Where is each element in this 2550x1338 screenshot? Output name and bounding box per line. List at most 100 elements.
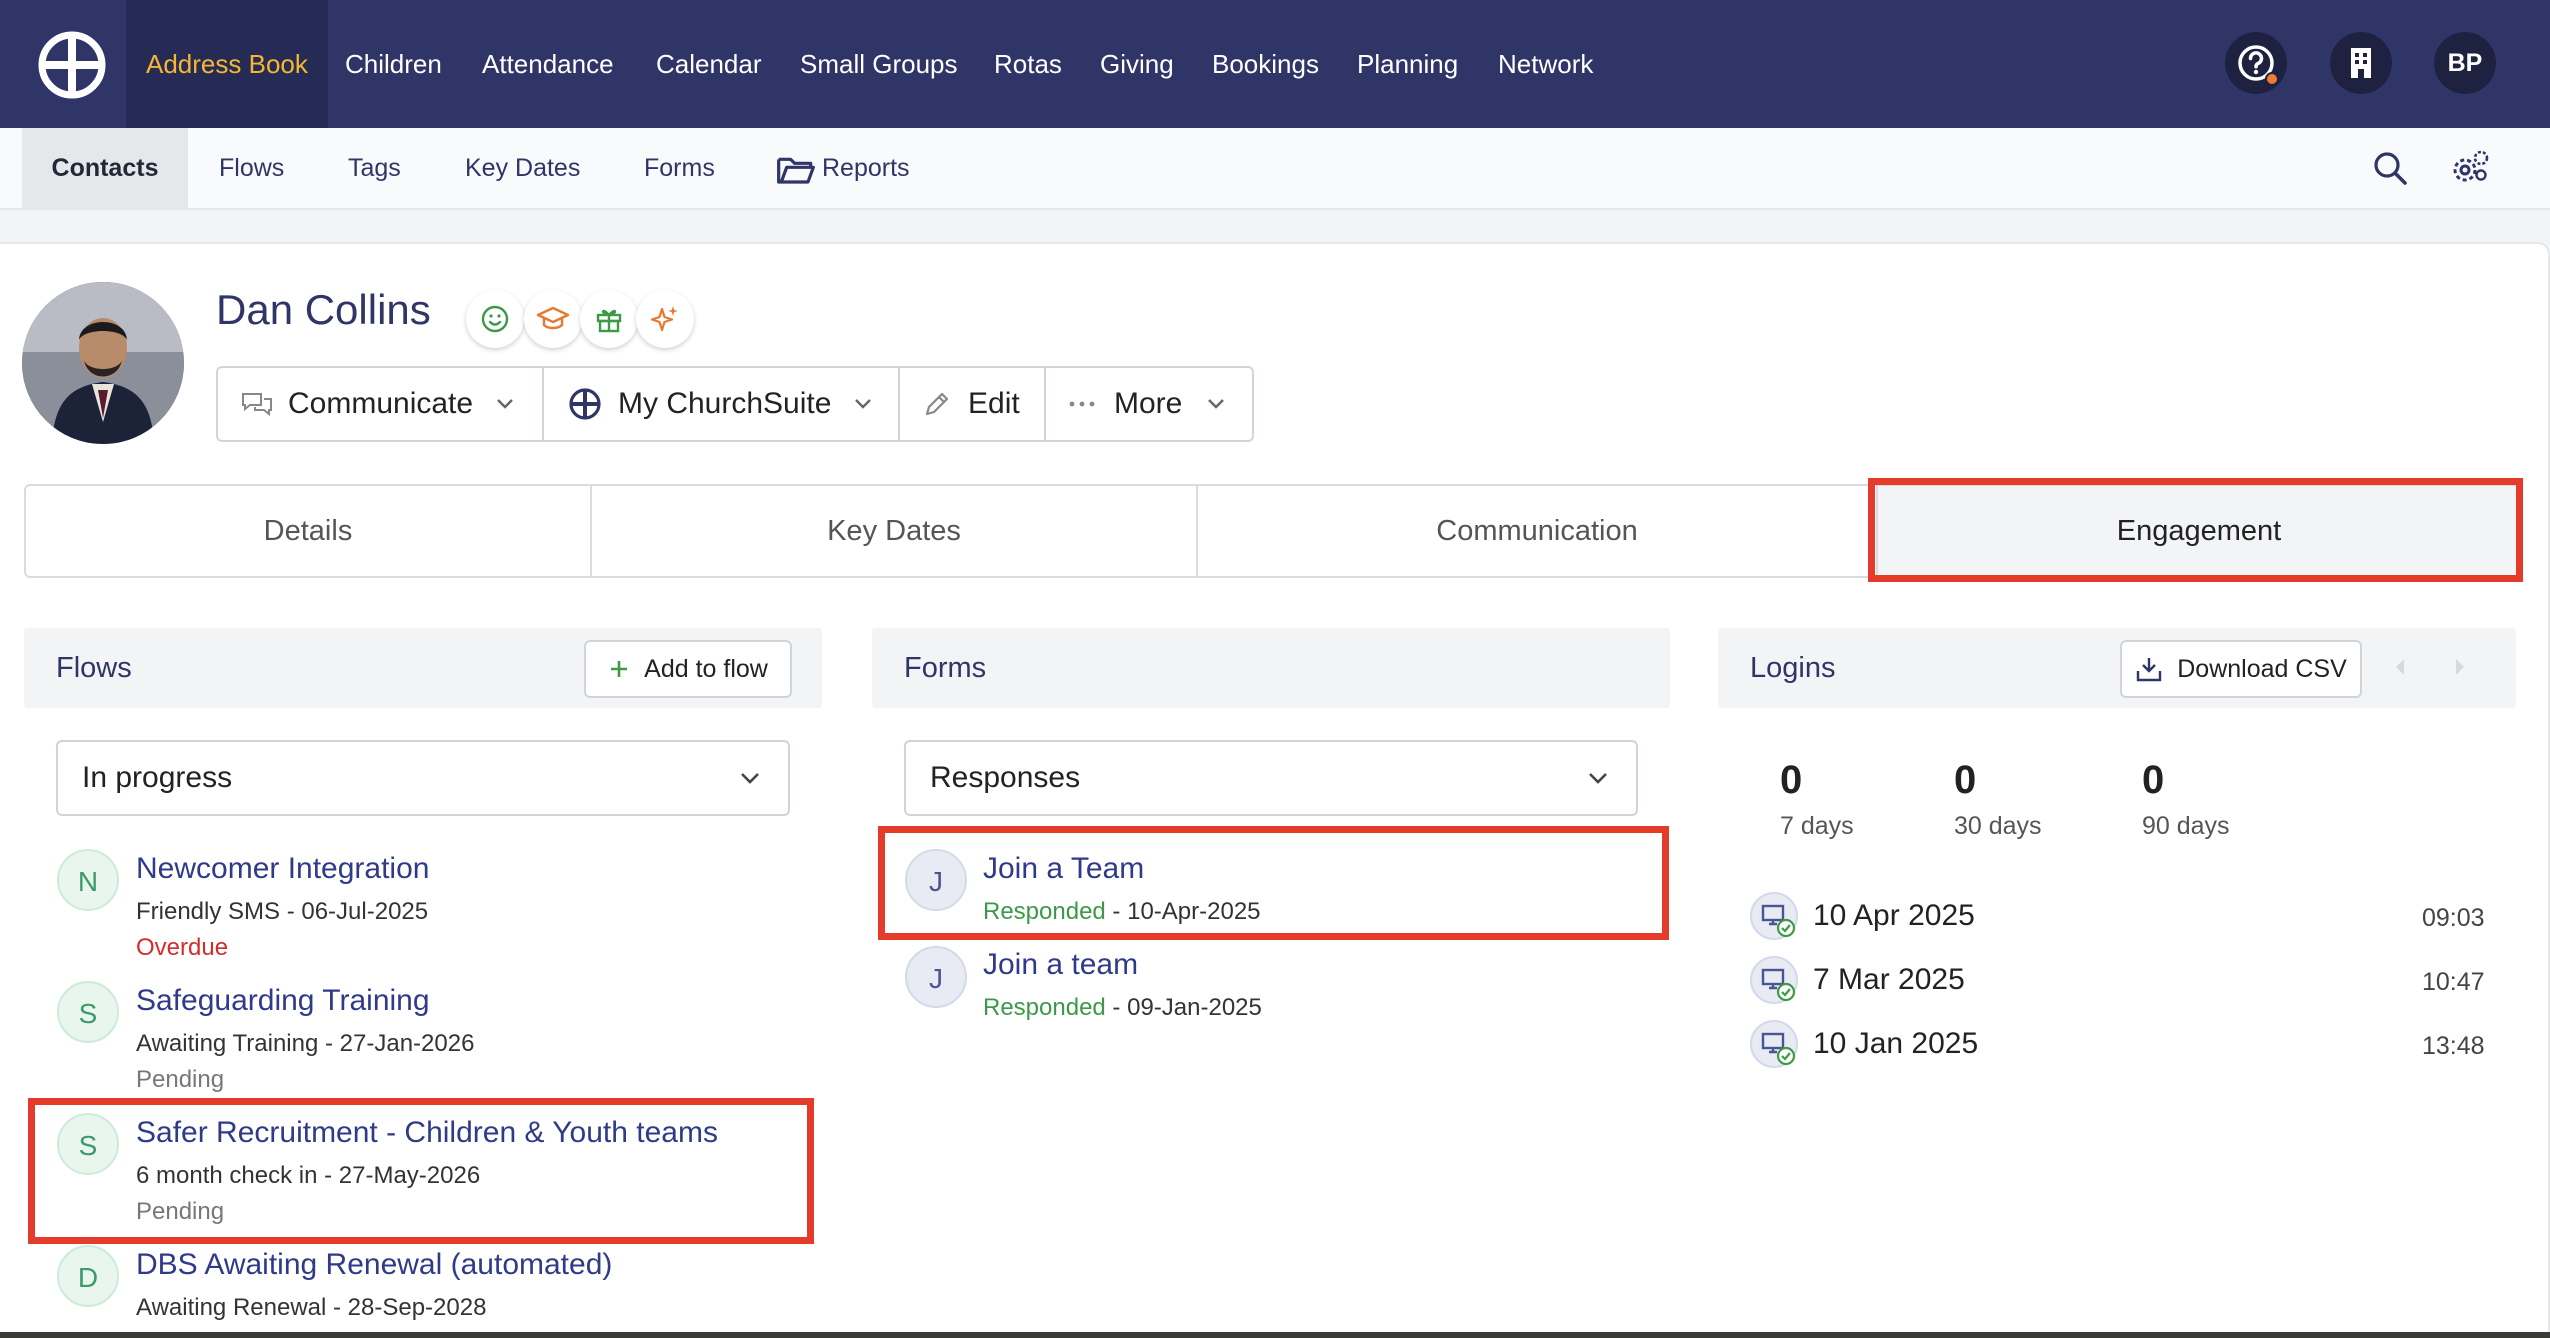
next-page-icon[interactable] (2452, 656, 2468, 678)
login-date: 7 Mar 2025 (1813, 963, 1965, 996)
nav-network[interactable]: Network (1498, 0, 1593, 128)
chevron-down-icon (855, 399, 872, 409)
subnav-flows[interactable]: Flows (219, 128, 284, 208)
badge-sparkle[interactable] (636, 290, 694, 348)
window-bottom-edge (0, 1332, 2550, 1338)
organisation-button[interactable] (2330, 32, 2392, 94)
forms-filter-value: Responses (930, 761, 1081, 794)
tab-engagement[interactable]: Engagement (1878, 486, 2520, 576)
flow-detail: Awaiting Training - 27-Jan-2026 (136, 1030, 475, 1057)
sparkle-icon (650, 306, 678, 332)
flow-title-safeguarding-training[interactable]: Safeguarding Training (136, 984, 430, 1018)
flows-panel-header: Flows Add to flow (24, 628, 822, 708)
forms-filter-select[interactable]: Responses (904, 740, 1638, 816)
churchsuite-icon (569, 388, 601, 420)
nav-bookings[interactable]: Bookings (1212, 0, 1319, 128)
flow-title-newcomer-integration[interactable]: Newcomer Integration (136, 852, 429, 886)
ellipsis-icon (1069, 401, 1095, 407)
flow-detail: Awaiting Renewal - 28-Sep-2028 (136, 1294, 487, 1321)
help-button[interactable] (2225, 32, 2287, 94)
plus-icon (611, 661, 628, 677)
chevron-down-icon (741, 773, 759, 784)
forms-panel-header: Forms (872, 628, 1670, 708)
login-device-icon (1750, 956, 1798, 1004)
chevron-down-icon (1589, 773, 1607, 784)
badge-gift[interactable] (580, 290, 638, 348)
tab-communication[interactable]: Communication (1198, 486, 1878, 576)
flow-avatar: S (57, 1113, 119, 1175)
contact-photo (22, 282, 184, 444)
login-stat-90-days-label: 90 days (2142, 812, 2230, 840)
flow-detail: 6 month check in - 27-May-2026 (136, 1162, 481, 1189)
logins-title: Logins (1750, 652, 1836, 684)
subnav-tags[interactable]: Tags (348, 128, 401, 208)
badge-smile[interactable] (466, 290, 524, 348)
nav-children[interactable]: Children (345, 0, 442, 128)
login-time: 13:48 (2422, 1032, 2485, 1060)
nav-attendance[interactable]: Attendance (482, 0, 614, 128)
communicate-button[interactable]: Communicate (218, 368, 542, 440)
form-title-join-a-team[interactable]: Join a Team (983, 852, 1144, 886)
login-stat-30-days-label: 30 days (1954, 812, 2042, 840)
top-navigation: Address Book Children Attendance Calenda… (0, 0, 2550, 128)
gift-icon (596, 309, 622, 333)
form-response-date: - 10-Apr-2025 (1105, 898, 1261, 925)
subnav-key-dates[interactable]: Key Dates (465, 128, 580, 208)
churchsuite-logo[interactable] (38, 31, 106, 99)
previous-page-icon[interactable] (2392, 656, 2408, 678)
contact-tabs: Details Key Dates Communication Engageme… (24, 484, 2522, 578)
communicate-label: Communicate (288, 387, 474, 420)
subnav-reports[interactable]: Reports (822, 128, 910, 208)
nav-calendar[interactable]: Calendar (656, 0, 762, 128)
organisation-icon (2351, 48, 2371, 78)
user-avatar-button[interactable]: BP (2434, 32, 2496, 94)
tab-details[interactable]: Details (26, 486, 592, 576)
settings-icon[interactable] (2450, 148, 2490, 188)
login-device-icon (1750, 892, 1798, 940)
flow-status-pending: Pending (136, 1066, 225, 1093)
flow-title-safer-recruitment[interactable]: Safer Recruitment - Children & Youth tea… (136, 1116, 718, 1150)
flow-status-pending: Pending (136, 1198, 225, 1225)
more-button[interactable]: More (1044, 368, 1252, 440)
subnav-contacts[interactable]: Contacts (22, 128, 188, 208)
form-avatar: J (905, 849, 967, 911)
badge-graduation[interactable] (524, 290, 582, 348)
login-stat-7-days-label: 7 days (1780, 812, 1854, 840)
login-time: 09:03 (2422, 904, 2485, 932)
my-churchsuite-button[interactable]: My ChurchSuite (542, 368, 898, 440)
form-response-date: - 09-Jan-2025 (1105, 994, 1262, 1021)
notification-dot (2265, 72, 2279, 86)
flows-title: Flows (56, 652, 132, 684)
edit-button[interactable]: Edit (898, 368, 1044, 440)
form-response-state: Responded (983, 898, 1106, 925)
chevron-down-icon (1208, 399, 1225, 409)
smile-icon (481, 305, 509, 333)
flow-avatar: D (57, 1245, 119, 1307)
nav-rotas[interactable]: Rotas (994, 0, 1062, 128)
edit-label: Edit (968, 387, 1020, 420)
contact-name: Dan Collins (216, 286, 431, 333)
download-csv-button[interactable]: Download CSV (2120, 640, 2362, 698)
form-title-join-a-team-2[interactable]: Join a team (983, 948, 1138, 982)
download-csv-label: Download CSV (2177, 654, 2347, 683)
flow-detail: Friendly SMS - 06-Jul-2025 (136, 898, 429, 925)
nav-giving[interactable]: Giving (1100, 0, 1174, 128)
add-to-flow-button[interactable]: Add to flow (584, 640, 792, 698)
nav-planning[interactable]: Planning (1357, 0, 1458, 128)
my-churchsuite-label: My ChurchSuite (618, 387, 832, 420)
flow-avatar: S (57, 981, 119, 1043)
nav-address-book[interactable]: Address Book (126, 0, 328, 128)
form-response-state: Responded (983, 994, 1106, 1021)
flow-title-dbs-awaiting-renewal[interactable]: DBS Awaiting Renewal (automated) (136, 1248, 612, 1282)
flows-filter-select[interactable]: In progress (56, 740, 790, 816)
subnav-forms[interactable]: Forms (644, 128, 715, 208)
login-date: 10 Jan 2025 (1813, 1027, 1979, 1060)
tab-key-dates[interactable]: Key Dates (592, 486, 1198, 576)
login-device-icon (1750, 1020, 1798, 1068)
nav-small-groups[interactable]: Small Groups (800, 0, 958, 128)
search-icon[interactable] (2370, 148, 2410, 188)
flow-status-overdue: Overdue (136, 934, 229, 961)
flows-filter-value: In progress (82, 761, 233, 794)
logins-panel-header: Logins Download CSV (1718, 628, 2516, 708)
chat-icon (242, 393, 272, 417)
